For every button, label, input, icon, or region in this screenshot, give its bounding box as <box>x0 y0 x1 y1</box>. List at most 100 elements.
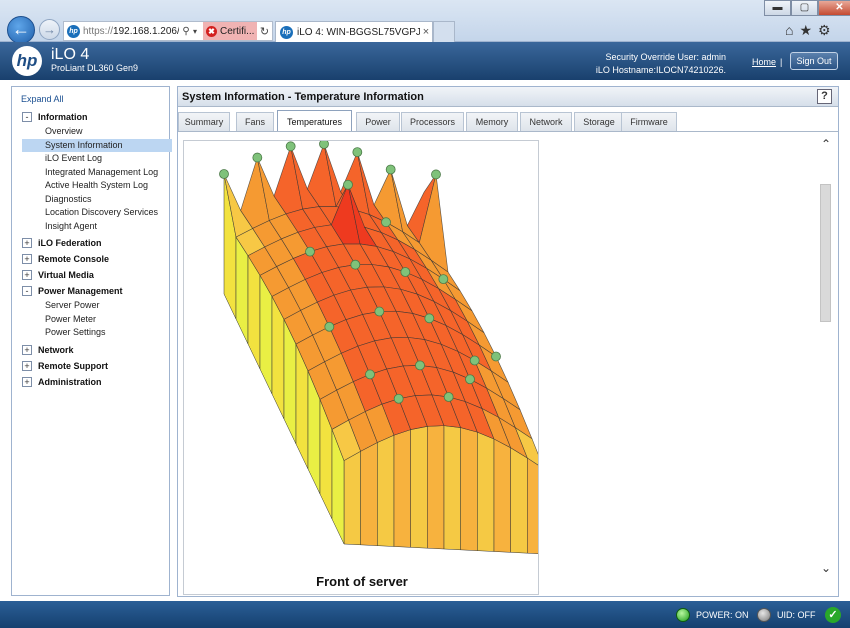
close-icon[interactable]: × <box>420 26 432 38</box>
home-icon[interactable]: ⌂ <box>785 22 793 39</box>
address-bar[interactable]: hp https://192.168.1.206/i ⚲ ▾ ✖ Certifi… <box>63 21 273 41</box>
tab-processors[interactable]: Processors <box>401 112 464 131</box>
nav-section-remote-support[interactable]: + Remote Support <box>22 358 170 374</box>
minimize-button[interactable]: ▬ <box>764 0 791 16</box>
uid-status[interactable]: UID: OFF <box>757 601 816 628</box>
tab-temperatures[interactable]: Temperatures <box>277 110 352 131</box>
sidebar-item-diagnostics[interactable]: Diagnostics <box>22 193 170 207</box>
nav-section-label: Remote Support <box>38 360 109 371</box>
sensor-marker[interactable] <box>381 217 391 228</box>
tab-firmware[interactable]: Firmware <box>621 112 677 131</box>
search-icon[interactable]: ⚲ <box>179 26 193 37</box>
tab-storage[interactable]: Storage <box>574 112 624 131</box>
expand-icon[interactable]: + <box>22 238 32 248</box>
maximize-button[interactable]: ▢ <box>791 0 818 16</box>
refresh-icon[interactable]: ↻ <box>257 25 271 38</box>
cert-label: Certifi... <box>220 25 255 37</box>
session-info: Security Override User: admin iLO Hostna… <box>596 51 726 77</box>
tab-title: iLO 4: WIN-BGGSL75VGPJ - ... <box>297 26 420 38</box>
sensor-marker[interactable] <box>319 139 329 149</box>
sensor-marker[interactable] <box>252 152 263 163</box>
sidebar-item-server-power[interactable]: Server Power <box>22 299 170 313</box>
sensor-marker[interactable] <box>393 393 404 404</box>
nav-section-information[interactable]: - Information <box>22 109 170 125</box>
nav-section-ilo-federation[interactable]: + iLO Federation <box>22 235 170 251</box>
browser-toolbar-icons: ⌂ ★ ⚙ <box>785 22 831 39</box>
expand-all-link[interactable]: Expand All <box>21 94 64 104</box>
info-tabs: Summary Fans Temperatures Power Processors Me… <box>178 110 838 131</box>
sensor-marker[interactable] <box>400 267 411 277</box>
sensor-marker[interactable] <box>465 374 475 385</box>
favorites-star-icon[interactable]: ★ <box>799 22 812 39</box>
chevron-down-icon[interactable]: ▾ <box>193 27 203 36</box>
nav-section-virtual-media[interactable]: + Virtual Media <box>22 267 170 283</box>
expand-icon[interactable]: + <box>22 270 32 280</box>
sidebar-item-power-meter[interactable]: Power Meter <box>22 313 170 327</box>
expand-icon[interactable]: + <box>22 376 32 387</box>
sensor-marker[interactable] <box>438 274 449 285</box>
sensor-marker[interactable] <box>424 313 435 324</box>
sensor-marker[interactable] <box>491 351 501 362</box>
collapse-icon[interactable]: - <box>22 286 32 296</box>
nav-section-network[interactable]: + Network <box>22 342 170 358</box>
nav-section-label: Remote Console <box>38 254 110 264</box>
sensor-marker[interactable] <box>285 141 296 152</box>
scroll-up-icon[interactable]: ⌃ <box>818 136 834 152</box>
sensor-marker[interactable] <box>385 164 396 175</box>
home-link[interactable]: Home <box>752 57 776 67</box>
expand-icon[interactable]: + <box>22 344 32 355</box>
tab-network[interactable]: Network <box>520 112 572 131</box>
sensor-marker[interactable] <box>343 179 353 190</box>
tab-summary[interactable]: Summary <box>178 112 230 131</box>
sensor-marker[interactable] <box>352 147 363 158</box>
back-button[interactable]: ← <box>7 16 35 44</box>
sidebar-item-overview[interactable]: Overview <box>22 125 170 139</box>
sensor-marker[interactable] <box>469 355 480 366</box>
nav-section-administration[interactable]: + Administration <box>22 374 170 390</box>
health-status[interactable]: ✓ <box>825 601 841 628</box>
sign-out-button[interactable]: Sign Out <box>790 52 838 70</box>
expand-icon[interactable]: + <box>22 360 32 371</box>
scrollbar-thumb[interactable] <box>820 184 831 322</box>
sidebar-item-power-settings[interactable]: Power Settings <box>22 326 170 340</box>
sensor-marker[interactable] <box>365 369 375 380</box>
page-title-bar: System Information - Temperature Informa… <box>178 87 838 107</box>
sidebar-item-integrated-management-log[interactable]: Integrated Management Log <box>22 166 170 180</box>
sensor-marker[interactable] <box>443 392 454 402</box>
sensor-marker[interactable] <box>415 360 425 371</box>
nav-section-power-management[interactable]: - Power Management <box>22 283 170 299</box>
help-button[interactable]: ? <box>817 89 832 104</box>
sidebar-item-location-discovery-services[interactable]: Location Discovery Services <box>22 206 170 220</box>
sensor-marker[interactable] <box>350 259 361 270</box>
nav-section-remote-console[interactable]: + Remote Console <box>22 251 170 267</box>
power-status[interactable]: POWER: ON <box>676 601 749 628</box>
sensor-marker[interactable] <box>219 169 229 179</box>
health-ok-icon: ✓ <box>825 606 841 623</box>
expand-icon[interactable]: + <box>22 254 32 264</box>
sidebar-item-system-information[interactable]: System Information <box>22 138 172 152</box>
ilo-header: hp iLO 4 ProLiant DL360 Gen9 Security Ov… <box>0 42 850 80</box>
tab-memory[interactable]: Memory <box>466 112 518 131</box>
sidebar-item-ilo-event-log[interactable]: iLO Event Log <box>22 152 170 166</box>
certificate-error-badge[interactable]: ✖ Certifi... <box>203 22 258 40</box>
new-tab-button[interactable] <box>433 21 455 42</box>
tab-fans[interactable]: Fans <box>236 112 274 131</box>
product-title: iLO 4 <box>51 46 90 63</box>
forward-button[interactable]: → <box>39 19 60 40</box>
sidebar-item-active-health-system-log[interactable]: Active Health System Log <box>22 179 170 193</box>
collapse-icon[interactable]: - <box>22 112 32 122</box>
sensor-marker[interactable] <box>305 246 315 257</box>
hp-favicon-icon: hp <box>280 25 293 39</box>
gear-icon[interactable]: ⚙ <box>818 22 831 39</box>
url-text[interactable]: https://192.168.1.206/i <box>83 26 179 37</box>
tab-power[interactable]: Power <box>356 112 400 131</box>
scroll-down-icon[interactable]: ⌄ <box>818 560 834 576</box>
browser-tab-ilo[interactable]: hp iLO 4: WIN-BGGSL75VGPJ - ... × <box>275 21 433 42</box>
tab-content: Front of server ⌃ ⌄ <box>178 131 838 596</box>
window-close-button[interactable]: ✕ <box>818 0 850 16</box>
sidebar-item-insight-agent[interactable]: Insight Agent <box>22 220 170 234</box>
sensor-marker[interactable] <box>324 321 335 332</box>
content-scrollbar[interactable]: ⌃ ⌄ <box>818 136 834 576</box>
sensor-marker[interactable] <box>431 169 441 180</box>
sensor-marker[interactable] <box>374 306 385 317</box>
